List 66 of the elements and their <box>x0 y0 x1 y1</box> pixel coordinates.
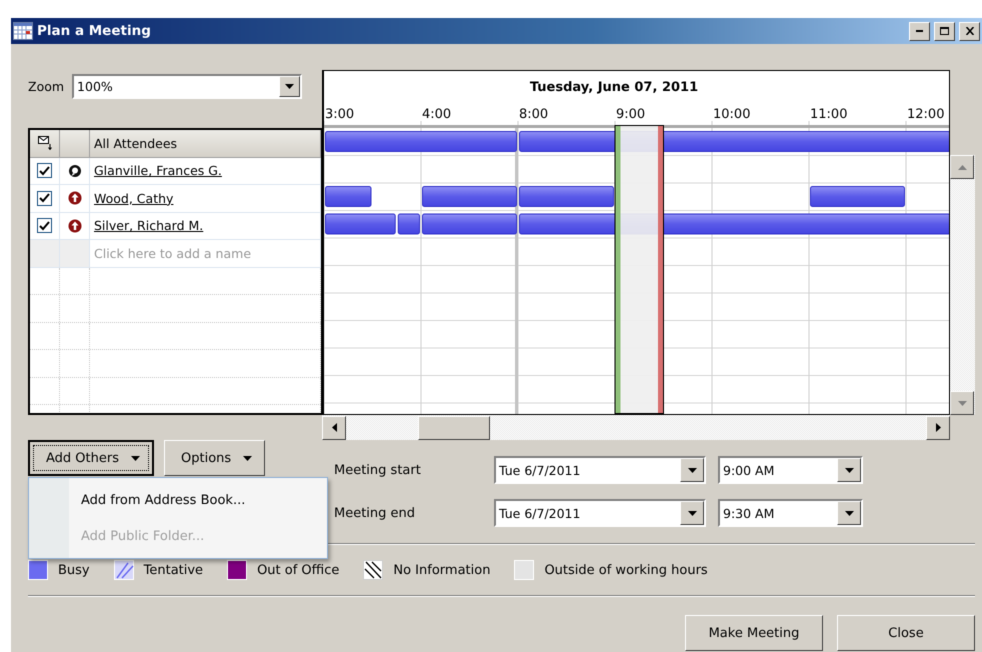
hour-label: 9:00 <box>616 107 646 122</box>
hour-label: 3:00 <box>325 107 354 122</box>
scroll-down-button[interactable] <box>950 391 974 415</box>
organizer-icon <box>68 164 82 178</box>
field-label: Meeting end <box>334 506 416 520</box>
scroll-right-button[interactable] <box>926 416 950 440</box>
column-header[interactable]: All Attendees <box>94 136 178 151</box>
date-dropdown[interactable]: Tue 6/7/2011 <box>494 456 706 484</box>
attendee-name[interactable]: Silver, Richard M. <box>94 218 204 234</box>
checkbox[interactable] <box>37 190 52 206</box>
date-dropdown[interactable]: Tue 6/7/2011 <box>494 499 706 527</box>
scroll-up-button[interactable] <box>950 155 974 179</box>
hour-label: 10:00 <box>713 107 750 122</box>
busy-time-bar <box>325 186 372 207</box>
options-button[interactable]: Options <box>164 440 266 476</box>
busy-time-bar <box>398 214 420 234</box>
zoom-label: Zoom <box>28 78 64 94</box>
legend-label: Out of Office <box>257 562 340 578</box>
checkbox[interactable] <box>37 163 52 178</box>
caret-icon <box>243 456 252 460</box>
field-label: Meeting start <box>334 462 422 478</box>
time-dropdown[interactable]: 9:30 AM <box>718 499 863 527</box>
caret-icon <box>131 456 140 460</box>
legend-swatch <box>363 560 384 580</box>
envelope-icon <box>38 136 52 150</box>
down-arrow-icon <box>958 400 966 406</box>
add-others-button[interactable]: Add Others <box>28 440 154 476</box>
legend-label: Outside of working hours <box>544 562 708 578</box>
maximize-icon <box>940 27 949 35</box>
calendar-icon <box>13 22 33 40</box>
hour-label: 4:00 <box>422 107 452 122</box>
left-arrow-icon <box>332 423 336 432</box>
legend-label: Busy <box>58 562 90 578</box>
attendee-name[interactable]: Wood, Cathy <box>94 190 174 206</box>
date-heading: Tuesday, June 07, 2011 <box>530 80 698 95</box>
dropdown-arrow-icon <box>285 84 294 88</box>
close-button[interactable] <box>959 22 980 40</box>
legend-label: Tentative <box>144 562 204 578</box>
up-arrow-icon <box>958 164 966 170</box>
dropdown-arrow-icon <box>844 468 854 472</box>
checkbox[interactable] <box>37 218 52 234</box>
right-arrow-icon <box>936 423 940 432</box>
hour-label: 12:00 <box>907 107 944 122</box>
dropdown-arrow-icon <box>688 510 696 516</box>
dialog-button[interactable]: Close <box>837 615 975 651</box>
add-name-field[interactable]: Click here to add a name <box>94 246 320 261</box>
hour-label: 8:00 <box>519 107 548 122</box>
dropdown-arrow-icon <box>688 468 696 472</box>
scrollbar-thumb[interactable] <box>418 416 490 440</box>
dropdown-arrow-icon <box>844 510 854 516</box>
meeting-time-selection[interactable] <box>614 125 664 414</box>
legend-label: No Information <box>393 562 490 578</box>
window-title: Plan a Meeting <box>37 23 152 39</box>
time-dropdown[interactable]: 9:00 AM <box>718 456 863 484</box>
scroll-left-button[interactable] <box>322 416 346 440</box>
close-icon <box>966 27 974 35</box>
legend-swatch <box>514 560 534 580</box>
hour-label: 11:00 <box>810 107 848 122</box>
minimize-button[interactable] <box>909 22 930 40</box>
attendee-name[interactable]: Glanville, Frances G. <box>94 163 222 178</box>
zoom-dropdown[interactable]: 100% <box>72 74 302 98</box>
minimize-icon <box>916 30 923 32</box>
dialog-button[interactable]: Make Meeting <box>685 615 823 651</box>
menu-item[interactable]: Add from Address Book... <box>29 482 327 518</box>
busy-time-bar <box>325 214 396 234</box>
maximize-button[interactable] <box>934 22 955 40</box>
